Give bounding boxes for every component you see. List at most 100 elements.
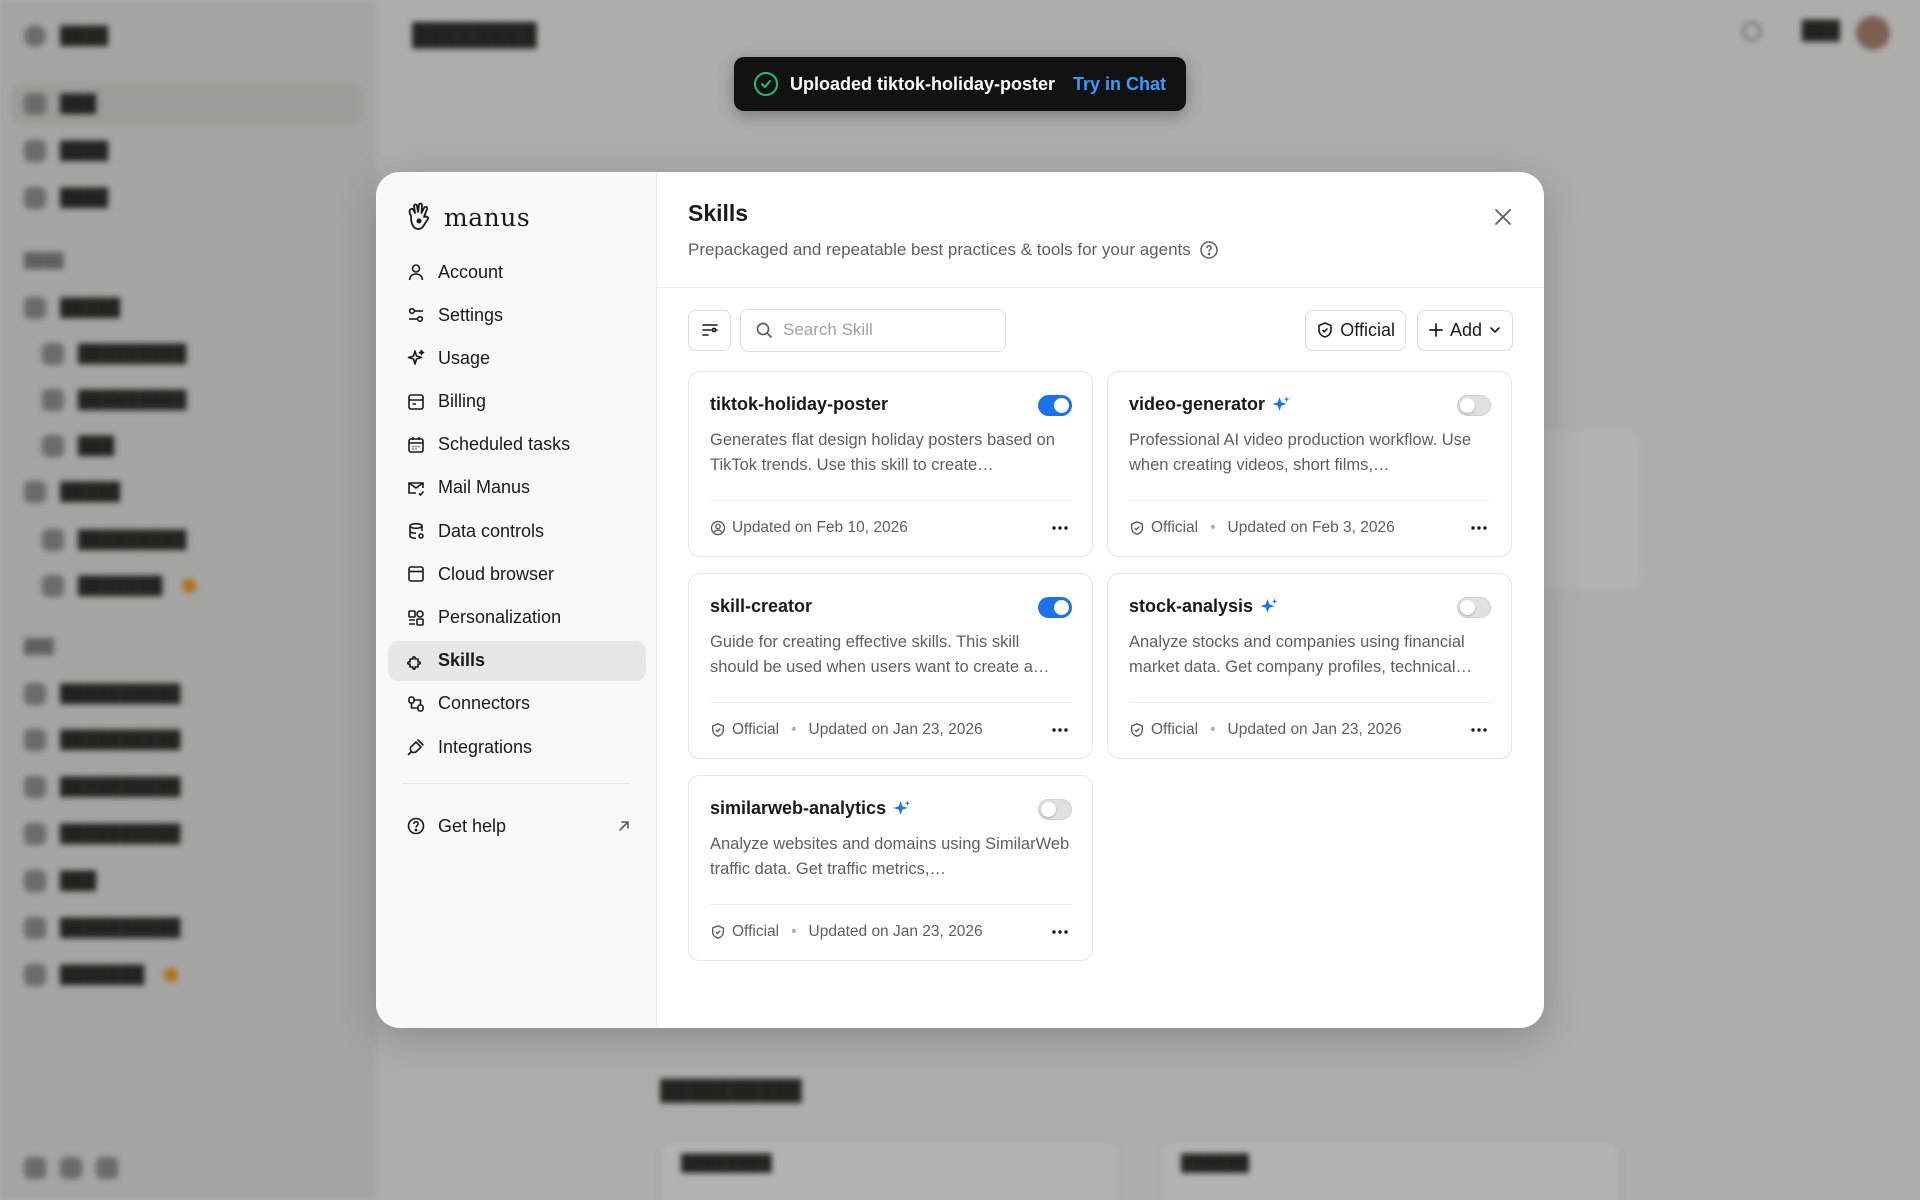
skill-description: Analyze stocks and companies using finan…	[1129, 633, 1472, 676]
card-divider	[1129, 500, 1491, 501]
settings-nav: manus Account Settings Usage Billing Sch…	[376, 172, 657, 1028]
skill-card-footer: Official • Updated on Jan 23, 2026	[710, 920, 1072, 944]
nav-item-account[interactable]: Account	[388, 252, 646, 292]
nav-item-label: Connectors	[438, 693, 531, 714]
shield-check-icon	[1131, 521, 1143, 535]
shield-check-icon	[712, 723, 724, 737]
skill-card-footer: Official • Updated on Jan 23, 2026	[710, 718, 1072, 742]
search-field[interactable]	[740, 308, 1006, 352]
nav-item-skills[interactable]: Skills	[388, 640, 646, 681]
nav-item-mail-manus[interactable]: Mail Manus	[388, 468, 646, 508]
updated-date: Updated on Jan 23, 2026	[808, 923, 983, 940]
user-icon	[408, 264, 424, 281]
upload-toast: Uploaded tiktok-holiday-poster Try in Ch…	[734, 57, 1186, 111]
plus-icon	[1429, 323, 1443, 337]
brand-name: manus	[444, 202, 531, 232]
skill-card-header: stock-analysis	[1129, 596, 1491, 617]
ai-sparkle-icon	[1272, 396, 1290, 411]
card-divider	[710, 904, 1072, 905]
nav-item-billing[interactable]: Billing	[388, 382, 646, 422]
skill-card[interactable]: stock-analysis Analyze stocks and compani…	[1107, 573, 1512, 759]
skill-card[interactable]: skill-creator Guide for creating effectiv…	[688, 573, 1093, 759]
official-tag: Official	[732, 721, 780, 738]
more-options-button[interactable]	[1467, 718, 1491, 742]
skill-enable-toggle[interactable]	[1038, 597, 1072, 618]
skills-header: Skills Prepackaged and repeatable best p…	[657, 172, 1544, 288]
search-input[interactable]	[783, 320, 983, 340]
check-circle-icon	[754, 72, 778, 96]
help-circle-icon[interactable]	[1199, 240, 1219, 260]
nav-item-label: Personalization	[438, 607, 562, 627]
filter-button[interactable]	[688, 309, 731, 351]
user-circle-icon	[710, 520, 726, 536]
more-options-button[interactable]	[1467, 516, 1491, 540]
skill-card[interactable]: similarweb-analytics Analyze websites and…	[688, 775, 1093, 961]
skill-card-header: video-generator	[1129, 394, 1491, 415]
card-divider	[710, 500, 1072, 501]
official-filter-button[interactable]: Official	[1305, 309, 1406, 351]
nav-item-data-controls[interactable]: Data controls	[388, 511, 646, 551]
search-icon	[756, 322, 772, 338]
plug-icon	[407, 739, 424, 756]
nav-item-label: Usage	[438, 347, 491, 368]
add-skill-button[interactable]: Add	[1416, 309, 1513, 351]
help-circle-icon	[407, 817, 425, 835]
toggle-knob	[1460, 600, 1475, 615]
skill-card-header: tiktok-holiday-poster	[710, 394, 1072, 415]
updated-date: Updated on Jan 23, 2026	[808, 721, 983, 738]
separator-dot: •	[1210, 519, 1216, 536]
billing-icon	[408, 393, 424, 410]
nav-item-integrations[interactable]: Integrations	[388, 727, 646, 767]
nav-item-connectors[interactable]: Connectors	[388, 684, 646, 724]
nav-item-cloud-browser[interactable]: Cloud browser	[388, 554, 646, 594]
skill-enable-toggle[interactable]	[1457, 395, 1491, 416]
toggle-knob	[1041, 802, 1056, 817]
external-arrow-icon	[619, 821, 629, 831]
close-icon[interactable]	[1492, 206, 1514, 228]
shield-check-icon	[1131, 723, 1143, 737]
toast-message: Uploaded tiktok-holiday-poster	[790, 73, 1056, 94]
nav-item-scheduled-tasks[interactable]: Scheduled tasks	[388, 425, 646, 465]
skill-card-header: skill-creator	[710, 596, 1072, 617]
get-help-link[interactable]: Get help	[388, 806, 646, 846]
mail-icon	[408, 482, 425, 497]
chevron-down-icon	[1490, 327, 1500, 334]
skill-card-footer: Updated on Feb 10, 2026	[710, 516, 1072, 540]
sparkle-icon	[407, 350, 425, 366]
more-options-button[interactable]	[1048, 718, 1072, 742]
official-label: Official	[1340, 319, 1395, 340]
try-in-chat-link[interactable]: Try in Chat	[1073, 74, 1166, 95]
add-label: Add	[1449, 319, 1482, 340]
ai-sparkle-icon	[893, 800, 911, 815]
page-title: Skills	[688, 200, 749, 226]
skill-name: similarweb-analytics	[710, 798, 887, 818]
skill-enable-toggle[interactable]	[1038, 395, 1072, 416]
skill-name: stock-analysis	[1129, 596, 1254, 616]
nav-item-settings[interactable]: Settings	[388, 295, 646, 335]
calendar-icon	[408, 436, 424, 453]
card-divider	[1129, 702, 1491, 703]
more-options-button[interactable]	[1048, 516, 1072, 540]
get-help-label: Get help	[438, 815, 507, 836]
nav-item-usage[interactable]: Usage	[388, 338, 646, 378]
nav-item-personalization[interactable]: Personalization	[388, 598, 646, 638]
skill-name: skill-creator	[710, 596, 813, 616]
skill-name: tiktok-holiday-poster	[710, 394, 889, 414]
more-options-button[interactable]	[1048, 920, 1072, 944]
database-icon	[409, 523, 424, 540]
skill-enable-toggle[interactable]	[1038, 799, 1072, 820]
skill-card[interactable]: tiktok-holiday-poster Generates flat desi…	[688, 371, 1093, 557]
updated-date: Updated on Feb 3, 2026	[1227, 519, 1395, 536]
skill-card[interactable]: video-generator Professional AI video pro…	[1107, 371, 1512, 557]
settings-modal: manus Account Settings Usage Billing Sch…	[376, 172, 1544, 1028]
shield-check-icon	[1318, 322, 1333, 338]
subtitle-text: Prepackaged and repeatable best practice…	[688, 240, 1191, 259]
skill-enable-toggle[interactable]	[1457, 597, 1491, 618]
more-horizontal-icon	[1471, 526, 1487, 530]
nav-item-label: Account	[438, 261, 504, 282]
nav-item-label: Data controls	[438, 520, 545, 541]
manus-hand-logo-icon	[408, 202, 430, 230]
skill-card-footer: Official • Updated on Jan 23, 2026	[1129, 718, 1491, 742]
skills-grid: tiktok-holiday-poster Generates flat desi…	[688, 371, 1512, 961]
toggle-knob	[1054, 398, 1069, 413]
